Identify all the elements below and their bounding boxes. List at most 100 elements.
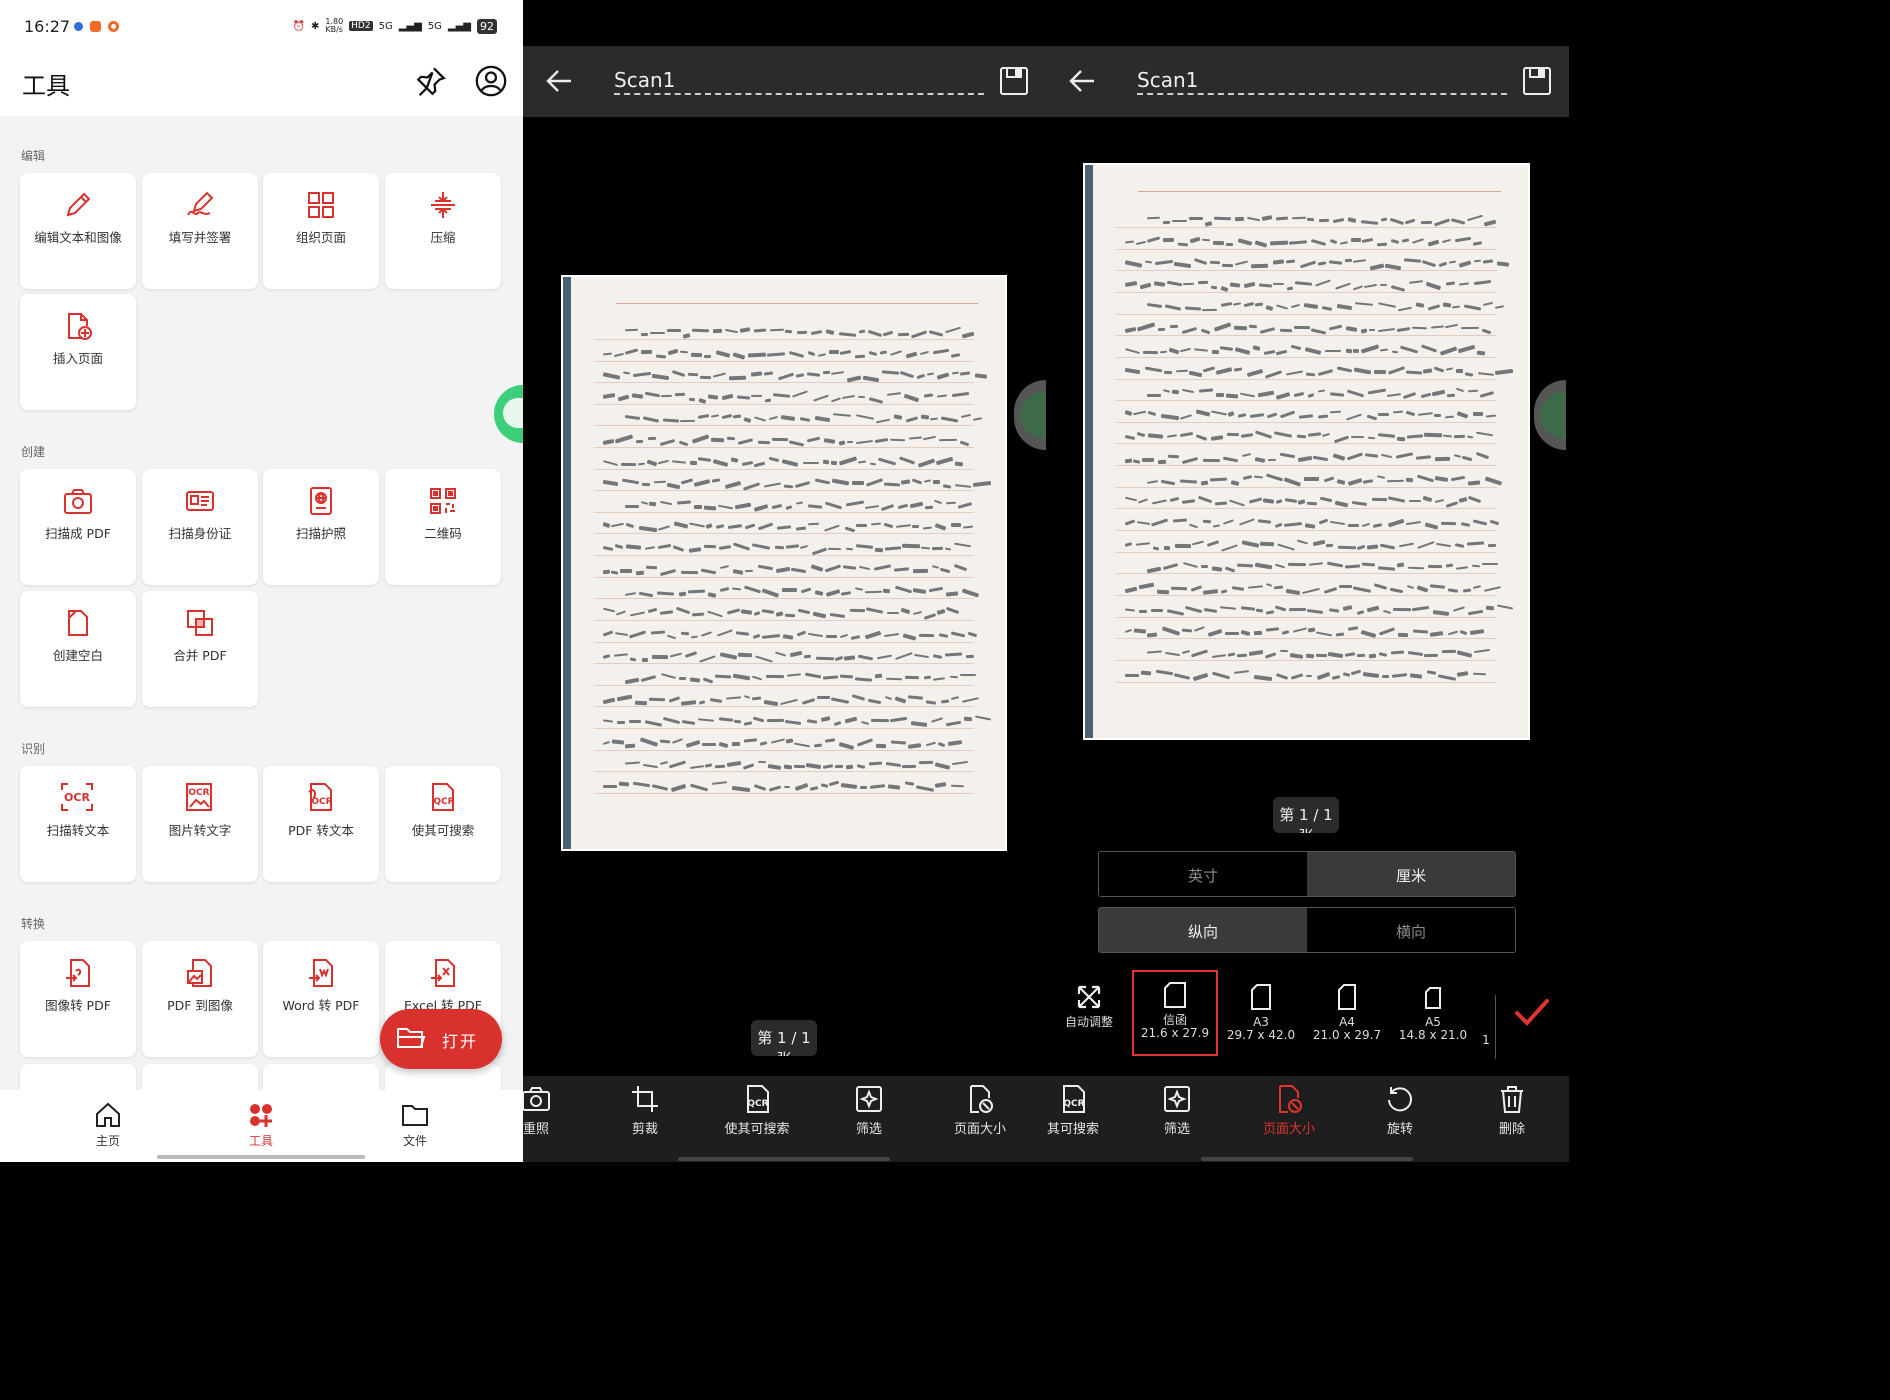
handwriting-stroke — [810, 329, 823, 335]
handwriting-stroke — [1380, 454, 1393, 459]
tool-pdf-to-image[interactable]: PDF 到图像 — [142, 941, 258, 1057]
tool-edit-text-image[interactable]: 编辑文本和图像 — [20, 173, 136, 289]
handwriting-stroke — [1460, 326, 1479, 330]
handwriting-stroke — [703, 505, 716, 510]
back-arrow-icon[interactable] — [1068, 68, 1096, 94]
handwriting-stroke — [867, 699, 882, 705]
handwriting-stroke — [1456, 411, 1469, 419]
tool-create-blank[interactable]: 创建空白 — [20, 591, 136, 707]
save-icon[interactable] — [1522, 66, 1552, 96]
open-button[interactable]: 打开 — [380, 1009, 502, 1069]
handwriting-stroke — [680, 478, 693, 485]
tool-page-size[interactable]: 页面大小 — [1244, 1084, 1334, 1137]
nav-home[interactable]: 主页 — [68, 1100, 148, 1149]
size-letter[interactable]: 信函 21.6 x 27.9 — [1132, 970, 1218, 1056]
file-name-input[interactable]: Scan1 — [614, 68, 675, 92]
tool-image-to-text[interactable]: OCR 图片转文字 — [142, 766, 258, 882]
tool-delete[interactable]: 删除 — [1467, 1084, 1557, 1137]
handwriting-stroke — [753, 610, 761, 616]
handwriting-stroke — [1289, 652, 1304, 659]
handwriting-stroke — [1257, 391, 1274, 398]
handwriting-stroke — [1423, 432, 1442, 437]
tool-pdf-to-text[interactable]: OCR PDF 转文本 — [263, 766, 379, 882]
file-name-input[interactable]: Scan1 — [1137, 68, 1198, 92]
tool-word-to-pdf[interactable]: Word 转 PDF — [263, 941, 379, 1057]
floating-chat-handle[interactable] — [494, 385, 523, 443]
tool-organize-pages[interactable]: 组织页面 — [263, 173, 379, 289]
filter-sparkle-icon — [856, 1086, 882, 1112]
nav-files[interactable]: 文件 — [375, 1100, 455, 1149]
size-a5[interactable]: A5 14.8 x 21.0 — [1390, 974, 1476, 1042]
confirm-check-icon[interactable] — [1514, 996, 1550, 1028]
handwriting-stroke — [602, 479, 618, 486]
tool-rotate[interactable]: 旋转 — [1355, 1084, 1445, 1137]
handwriting-stroke — [923, 435, 937, 441]
handwriting-stroke — [1390, 238, 1400, 244]
back-arrow-icon[interactable] — [545, 68, 573, 94]
handwriting-stroke — [757, 761, 766, 764]
tool-merge-pdf[interactable]: 合并 PDF — [142, 591, 258, 707]
handwriting-stroke — [720, 586, 730, 592]
handwriting-stroke — [1193, 626, 1205, 633]
handwriting-stroke — [637, 462, 645, 466]
scroll-indicator — [1201, 1157, 1413, 1161]
tool-insert-page[interactable]: 插入页面 — [20, 294, 136, 410]
handwriting-stroke — [611, 522, 625, 527]
handwriting-stroke — [1274, 431, 1293, 439]
handwriting-stroke — [828, 547, 842, 550]
handwriting-stroke — [785, 613, 796, 617]
save-icon[interactable] — [999, 66, 1029, 96]
handwriting-stroke — [857, 654, 873, 661]
handwriting-stroke — [1210, 410, 1227, 416]
handwriting-stroke — [684, 651, 698, 659]
handwriting-stroke — [1179, 347, 1191, 353]
tool-scan-to-text[interactable]: OCR 扫描转文本 — [20, 766, 136, 882]
handwriting-stroke — [825, 635, 837, 639]
pin-icon[interactable] — [414, 64, 448, 98]
handwriting-stroke — [882, 330, 894, 336]
handwriting-stroke — [1365, 453, 1379, 459]
orientation-landscape[interactable]: 横向 — [1307, 908, 1515, 952]
handwriting-stroke — [1274, 605, 1287, 612]
status-bar: 16:27 ⏰ ✱ 1.80 KB/s HD2 5G ▂▄▆ 5G ▂▄▆ 92 — [0, 0, 523, 52]
size-a4[interactable]: A4 21.0 x 29.7 — [1304, 974, 1390, 1042]
tool-label: 填写并签署 — [168, 230, 232, 245]
handwriting-stroke — [1279, 453, 1296, 459]
handwriting-stroke — [1430, 631, 1444, 638]
unit-cm[interactable]: 厘米 — [1307, 852, 1515, 896]
nav-tools[interactable]: 工具 — [221, 1100, 301, 1149]
tool-crop[interactable]: 剪裁 — [600, 1084, 690, 1137]
tool-page-size[interactable]: 页面大小 — [935, 1084, 1025, 1137]
tool-scan-passport[interactable]: 扫描护照 — [263, 469, 379, 585]
tool-scan-id[interactable]: 扫描身份证 — [142, 469, 258, 585]
handwriting-stroke — [693, 505, 703, 509]
handwriting-stroke — [659, 610, 674, 615]
size-auto-adjust[interactable]: 自动调整 — [1046, 974, 1132, 1029]
floating-chat-handle[interactable] — [1014, 380, 1046, 450]
handwriting-stroke — [912, 525, 920, 529]
handwriting-stroke — [1450, 218, 1466, 226]
tool-image-to-pdf[interactable]: 图像转 PDF — [20, 941, 136, 1057]
tool-filter[interactable]: 筛选 — [824, 1084, 914, 1137]
handwriting-stroke — [945, 652, 962, 657]
handwriting-stroke — [1345, 564, 1360, 569]
tool-retake[interactable]: 重照 — [523, 1084, 581, 1137]
floating-chat-handle[interactable] — [1534, 380, 1566, 450]
size-a3[interactable]: A3 29.7 x 42.0 — [1218, 974, 1304, 1042]
tool-qr-code[interactable]: 二维码 — [385, 469, 501, 585]
tool-compress[interactable]: 压缩 — [385, 173, 501, 289]
tool-make-searchable[interactable]: QCR 使其可搜索 — [385, 766, 501, 882]
page-outline-icon — [1338, 984, 1356, 1010]
tool-make-searchable[interactable]: QCR 使其可搜索 — [712, 1084, 802, 1137]
tool-fill-sign[interactable]: 填写并签署 — [142, 173, 258, 289]
handwriting-stroke — [934, 523, 947, 531]
orientation-portrait[interactable]: 纵向 — [1099, 908, 1307, 952]
unit-inch[interactable]: 英寸 — [1099, 852, 1307, 896]
account-icon[interactable] — [474, 64, 508, 98]
hd-badge: HD2 — [349, 21, 373, 31]
tool-filter[interactable]: 筛选 — [1132, 1084, 1222, 1137]
tool-make-searchable[interactable]: QCR 其可搜索 — [1046, 1084, 1118, 1137]
ruled-line — [593, 727, 975, 729]
tool-scan-pdf[interactable]: 扫描成 PDF — [20, 469, 136, 585]
handwriting-stroke — [641, 657, 649, 662]
